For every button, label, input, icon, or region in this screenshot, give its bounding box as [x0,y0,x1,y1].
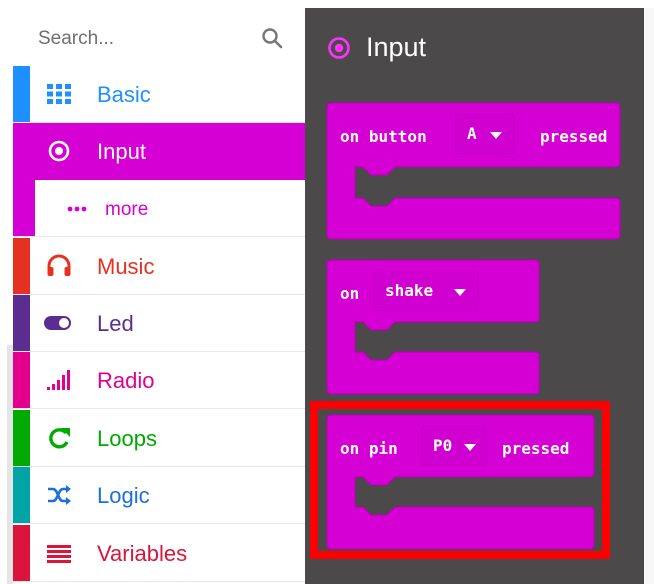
flyout-title: Input [366,32,427,62]
category-label: Music [97,254,155,279]
category-led[interactable]: Led [13,295,305,352]
category-variables[interactable]: Variables [13,525,305,582]
category-music[interactable]: Music [13,238,305,295]
block-suffix: pressed [540,127,608,146]
target-icon [48,140,70,162]
shuffle-icon [48,485,71,505]
signal-bars-icon [47,370,70,390]
category-color-bar [13,66,30,122]
category-radio[interactable]: Radio [13,352,305,409]
toggle-icon [44,316,71,330]
category-basic[interactable]: Basic [13,66,305,123]
category-loops[interactable]: Loops [13,410,305,467]
category-label: Led [97,311,134,336]
search-input[interactable]: Search... [38,28,114,50]
gesture-dropdown[interactable]: shake [373,271,479,311]
search-box[interactable]: Search... [13,9,305,67]
category-color-bar [13,525,30,581]
loop-arrow-icon [49,428,70,449]
toolbox: Search... Basic Input more Music Led Rad… [0,0,305,584]
block-text: on button [340,127,427,146]
category-label: more [105,199,149,220]
category-label: Input [97,139,146,164]
button-dropdown[interactable]: A [455,114,515,154]
category-color-bar [13,238,30,294]
category-color-bar [13,467,30,523]
category-logic[interactable]: Logic [13,467,305,524]
category-label: Basic [97,82,151,107]
category-color-bar [13,410,30,466]
highlight-box [310,401,610,559]
flyout-scrollbar[interactable] [644,8,654,584]
category-label: Loops [97,426,157,451]
category-more[interactable]: more [13,180,305,237]
lines-icon [47,545,71,563]
toolbox-scrollbar[interactable] [7,345,13,584]
caret-down-icon [454,289,466,296]
category-color-bar [13,352,30,408]
on-gesture-block[interactable]: on shake [326,259,540,395]
headphones-icon [47,254,71,276]
target-icon [328,37,350,59]
category-label: Radio [97,368,155,393]
dropdown-value: A [467,124,477,143]
category-input[interactable]: Input [13,123,305,180]
search-icon[interactable] [260,26,284,50]
block-text: on [340,284,360,303]
caret-down-icon [490,132,502,139]
on-button-pressed-block[interactable]: on button A pressed [326,102,621,240]
dots-icon [67,206,87,212]
category-label: Logic [97,483,150,508]
grid-icon [47,84,71,104]
category-label: Variables [97,541,188,566]
dropdown-value: shake [385,281,434,300]
category-color-bar [13,180,35,236]
category-color-bar [13,295,30,351]
